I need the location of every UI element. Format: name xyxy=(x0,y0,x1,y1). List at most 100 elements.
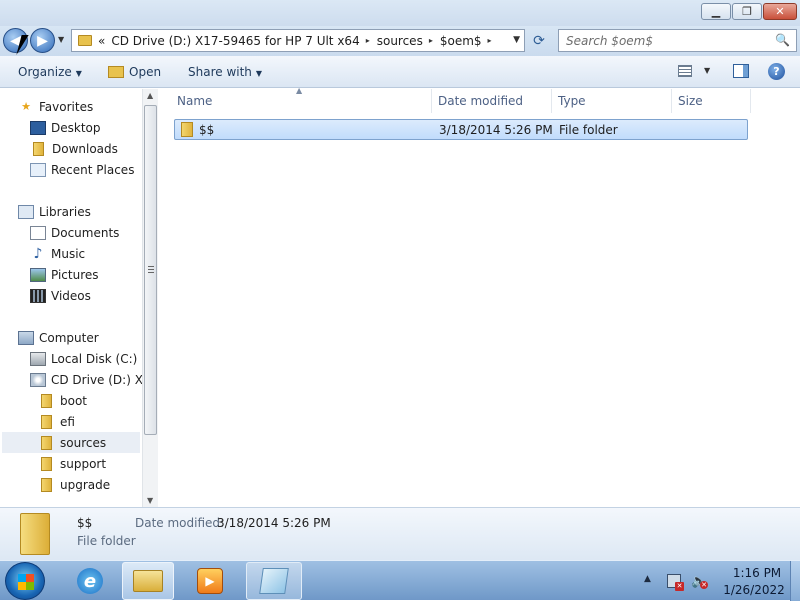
taskbar-windows-explorer[interactable] xyxy=(122,562,174,600)
close-button[interactable]: ✕ xyxy=(763,3,797,20)
nav-item-documents[interactable]: Documents xyxy=(30,222,119,243)
breadcrumb-oem[interactable]: $oem$ xyxy=(440,34,482,48)
nav-computer[interactable]: Computer xyxy=(18,327,99,348)
scrollbar-thumb[interactable] xyxy=(144,105,157,435)
taskbar-notepad[interactable] xyxy=(246,562,302,600)
folder-icon xyxy=(41,393,52,408)
sort-ascending-icon: ▲ xyxy=(296,86,303,95)
column-headers: Name ▲ Date modified Type Size xyxy=(159,86,759,113)
nav-item-pictures[interactable]: Pictures xyxy=(30,264,99,285)
open-label: Open xyxy=(129,65,162,79)
scroll-up-icon[interactable]: ▲ xyxy=(147,91,153,100)
nav-item-local-disk[interactable]: Local Disk (C:) xyxy=(30,348,137,369)
preview-pane-icon[interactable] xyxy=(733,64,749,78)
navigation-pane: ★ Favorites Desktop Downloads Recent Plac… xyxy=(0,89,158,507)
nav-label: upgrade xyxy=(60,477,111,492)
breadcrumb-cd-drive[interactable]: CD Drive (D:) X17-59465 for HP 7 Ult x64 xyxy=(111,34,359,48)
view-options-dropdown-icon[interactable]: ▼ xyxy=(704,66,710,75)
folder-icon xyxy=(78,35,92,46)
scroll-down-icon[interactable]: ▼ xyxy=(147,496,153,505)
nav-item-cd-drive[interactable]: CD Drive (D:) X17 xyxy=(30,369,158,390)
show-desktop-button[interactable] xyxy=(790,561,800,601)
title-bar[interactable]: ▁ ❐ ✕ xyxy=(0,0,800,26)
explorer-window: ▁ ❐ ✕ ◀ ▶ ▼ « CD Drive (D:) X17-59465 fo… xyxy=(0,0,800,560)
nav-item-downloads[interactable]: Downloads xyxy=(30,138,118,159)
command-bar: Organize ▼ Open Share with ▼ ▼ ? xyxy=(0,56,800,88)
nav-item-upgrade[interactable]: upgrade xyxy=(38,474,110,495)
nav-item-support[interactable]: support xyxy=(38,453,106,474)
column-header-date-modified[interactable]: Date modified xyxy=(432,89,552,113)
nav-libraries[interactable]: Libraries xyxy=(18,201,91,222)
change-view-icon[interactable] xyxy=(678,65,692,77)
details-pane: $$ File folder Date modified: 3/18/2014 … xyxy=(0,507,800,560)
windows-logo-icon xyxy=(18,574,34,590)
nav-item-desktop[interactable]: Desktop xyxy=(30,117,101,138)
taskbar-internet-explorer[interactable]: e xyxy=(68,562,112,600)
address-bar[interactable]: « CD Drive (D:) X17-59465 for HP 7 Ult x… xyxy=(71,29,525,52)
folder-icon xyxy=(20,513,50,555)
cd-drive-icon xyxy=(30,372,46,387)
breadcrumb-overflow[interactable]: « xyxy=(98,34,105,48)
search-icon[interactable]: 🔍 xyxy=(775,33,790,47)
windows-explorer-icon xyxy=(133,570,163,592)
nav-label: sources xyxy=(60,435,107,450)
nav-item-boot[interactable]: boot xyxy=(38,390,87,411)
column-header-type[interactable]: Type xyxy=(552,89,672,113)
refresh-icon[interactable]: ⟳ xyxy=(527,30,551,52)
start-button[interactable] xyxy=(5,562,45,600)
file-row[interactable]: $$ 3/18/2014 5:26 PM File folder xyxy=(174,119,748,140)
clock-date[interactable]: 1/26/2022 xyxy=(720,583,788,597)
breadcrumb-separator-icon[interactable]: ▸ xyxy=(429,36,433,45)
taskbar-media-player[interactable]: ▶ xyxy=(184,562,236,600)
nav-label: Local Disk (C:) xyxy=(51,351,138,366)
breadcrumb-separator-icon[interactable]: ▸ xyxy=(488,36,492,45)
nav-label: Documents xyxy=(51,225,120,240)
address-dropdown-icon[interactable]: ▼ xyxy=(513,35,520,45)
navigation-pane-scrollbar[interactable]: ▲ ▼ xyxy=(142,89,158,507)
nav-item-sources[interactable]: sources xyxy=(2,432,140,453)
open-button[interactable]: Open xyxy=(108,65,161,79)
share-with-button[interactable]: Share with ▼ xyxy=(188,65,262,79)
open-folder-icon xyxy=(108,66,124,78)
help-icon[interactable]: ? xyxy=(768,63,785,80)
nav-item-recent-places[interactable]: Recent Places xyxy=(30,159,134,180)
breadcrumb-sources[interactable]: sources xyxy=(377,34,423,48)
nav-label: Recent Places xyxy=(51,162,135,177)
nav-item-music[interactable]: ♪ Music xyxy=(30,243,86,264)
details-date-modified-label: Date modified: xyxy=(135,516,225,530)
breadcrumb-separator-icon[interactable]: ▸ xyxy=(366,36,370,45)
maximize-button[interactable]: ❐ xyxy=(732,3,762,20)
recent-pages-dropdown-icon[interactable]: ▼ xyxy=(58,35,64,44)
organize-button[interactable]: Organize ▼ xyxy=(18,65,82,79)
downloads-folder-icon xyxy=(33,141,44,156)
nav-favorites[interactable]: ★ Favorites xyxy=(18,96,93,117)
file-type: File folder xyxy=(559,123,618,137)
search-input[interactable]: Search $oem$ 🔍 xyxy=(558,29,797,52)
show-hidden-icons-icon[interactable]: ▲ xyxy=(644,574,651,584)
chevron-down-icon: ▼ xyxy=(255,69,263,78)
nav-label: Desktop xyxy=(51,120,101,135)
navigation-bar: ◀ ▶ ▼ « CD Drive (D:) X17-59465 for HP 7… xyxy=(0,26,800,56)
pictures-icon xyxy=(30,267,46,282)
nav-item-efi[interactable]: efi xyxy=(38,411,75,432)
column-header-size[interactable]: Size xyxy=(672,89,751,113)
folder-icon xyxy=(41,435,52,450)
recent-places-icon xyxy=(30,162,46,177)
organize-label: Organize xyxy=(18,65,72,79)
share-with-label: Share with xyxy=(188,65,252,79)
computer-icon xyxy=(18,330,34,345)
network-error-icon: ✕ xyxy=(675,582,684,591)
nav-label: Videos xyxy=(51,288,91,303)
notepad-icon xyxy=(259,568,289,594)
media-player-icon: ▶ xyxy=(197,568,223,594)
nav-label: boot xyxy=(60,393,88,408)
folder-icon xyxy=(181,122,193,137)
clock-time[interactable]: 1:16 PM xyxy=(729,566,785,580)
file-name: $$ xyxy=(199,123,215,137)
folder-icon xyxy=(41,414,52,429)
file-date-modified: 3/18/2014 5:26 PM xyxy=(439,123,553,137)
minimize-button[interactable]: ▁ xyxy=(701,3,731,20)
forward-button[interactable]: ▶ xyxy=(30,28,55,53)
nav-item-videos[interactable]: Videos xyxy=(30,285,91,306)
desktop-icon xyxy=(30,120,46,135)
